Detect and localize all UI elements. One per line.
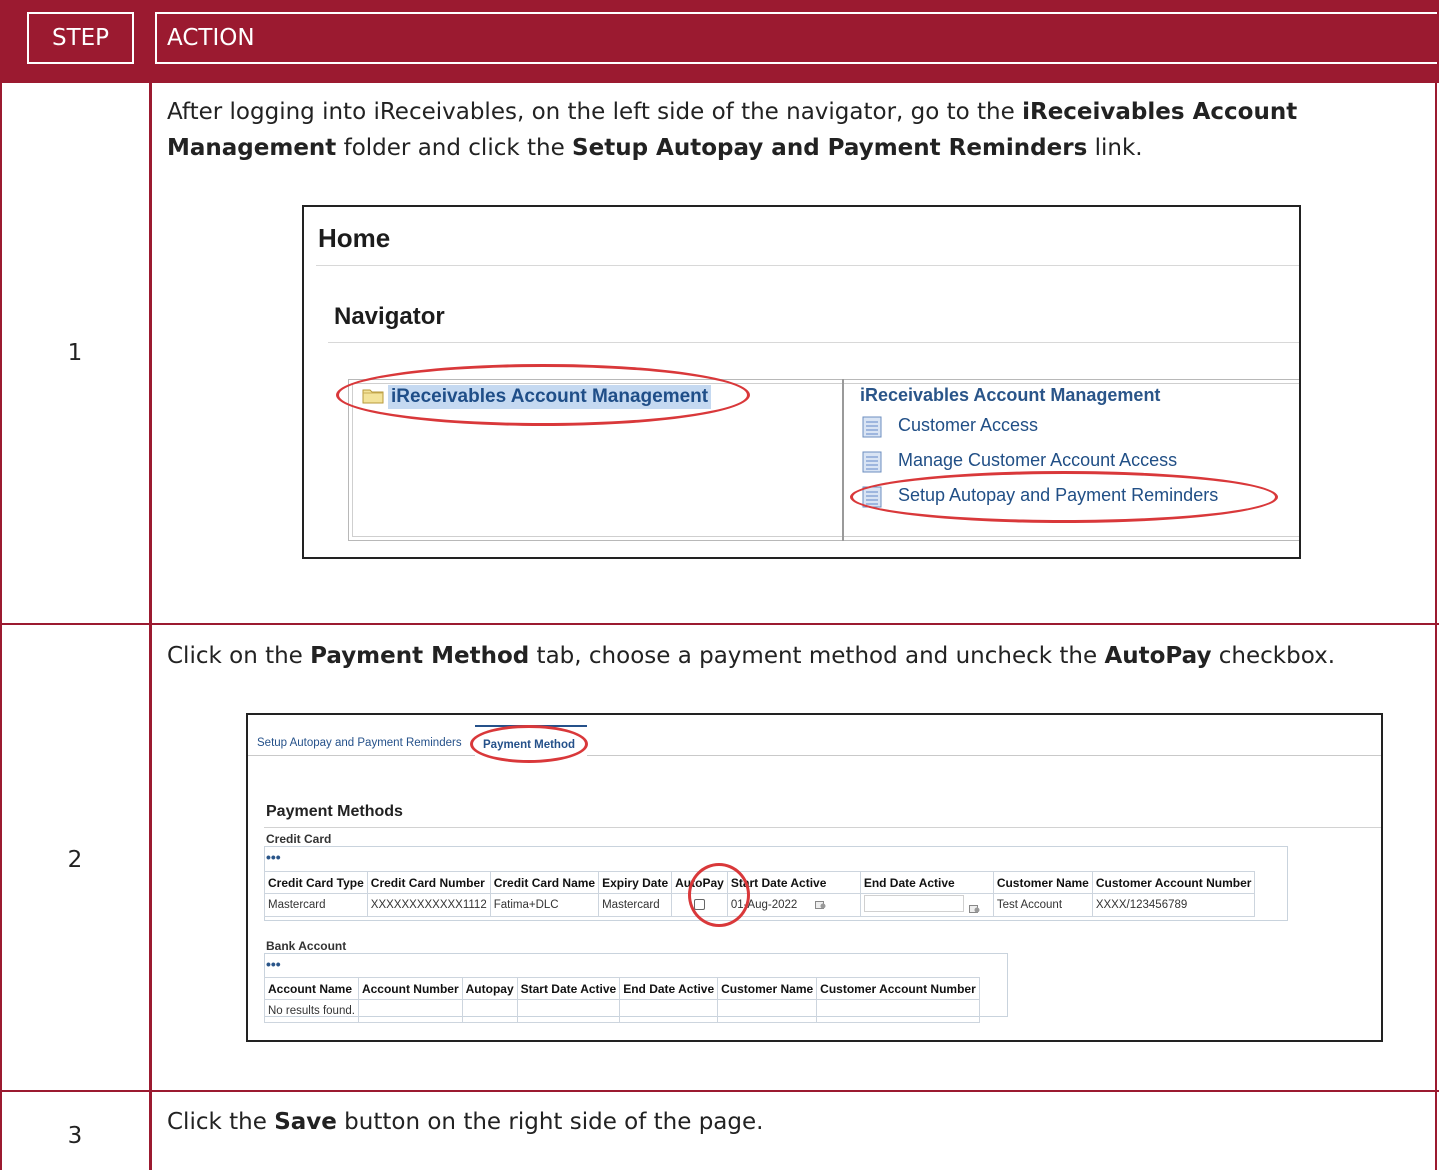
row-divider-2 [0, 1090, 1439, 1092]
table-row[interactable]: Mastercard XXXXXXXXXXXX1112 Fatima+DLC M… [264, 893, 1256, 917]
column-header: Autopay [461, 977, 518, 1000]
highlight-circle [850, 471, 1278, 523]
instruction-text: Click the [167, 1109, 275, 1135]
section-rule [328, 342, 1299, 343]
instruction-bold: Save [274, 1109, 337, 1135]
table-header-row: Account Name Account Number Autopay Star… [264, 977, 980, 1000]
column-header: End Date Active [859, 871, 994, 894]
table-border-right [1435, 83, 1437, 1170]
cell-customer-account: XXXX/123456789 [1091, 893, 1256, 917]
column-header: Account Name [264, 977, 359, 1000]
section-title: Payment Methods [266, 803, 403, 820]
step-number: 1 [67, 340, 83, 366]
instruction-text: tab, choose a payment method and uncheck… [529, 643, 1105, 669]
section-rule [264, 827, 1381, 828]
row-divider-1 [0, 623, 1439, 625]
empty-cell [816, 999, 980, 1023]
empty-cell [357, 999, 463, 1023]
column-header: Customer Account Number [816, 977, 980, 1000]
step-instruction: Click on the Payment Method tab, choose … [167, 638, 1432, 674]
table-header: STEP ACTION [0, 0, 1439, 83]
column-header: Credit Card Type [264, 871, 368, 894]
bank-account-title: Bank Account [266, 939, 347, 953]
cell-end-date [859, 893, 994, 917]
calendar-icon[interactable] [814, 900, 826, 910]
column-header: Customer Account Number [1091, 871, 1256, 894]
empty-message: No results found. [264, 999, 359, 1023]
calendar-icon[interactable] [969, 904, 980, 914]
column-header: Credit Card Number [366, 871, 491, 894]
more-actions-icon[interactable]: ••• [266, 956, 281, 972]
cell-card-number: XXXXXXXXXXXX1112 [366, 893, 491, 917]
instruction-bold: Payment Method [310, 643, 530, 669]
empty-cell [619, 999, 719, 1023]
document-icon [862, 416, 882, 438]
step-number: 3 [67, 1123, 83, 1149]
instruction-text: checkbox. [1211, 643, 1336, 669]
payment-method-screenshot: Setup Autopay and Payment Reminders Paym… [246, 713, 1383, 1042]
instruction-text: After logging into iReceivables, on the … [167, 99, 1023, 125]
column-header: Expiry Date [598, 871, 673, 894]
instruction-bold: Setup Autopay and Payment Reminders [572, 135, 1088, 161]
tab-setup-autopay[interactable]: Setup Autopay and Payment Reminders [257, 737, 462, 749]
column-header: Credit Card Name [489, 871, 600, 894]
highlight-circle [688, 863, 750, 927]
cell-card-name: Fatima+DLC [489, 893, 600, 917]
credit-card-title: Credit Card [266, 832, 332, 846]
instruction-bold: AutoPay [1104, 643, 1212, 669]
column-header: Start Date Active [516, 977, 621, 1000]
page-title: Home [318, 223, 391, 253]
cell-customer-name: Test Account [992, 893, 1093, 917]
table-row: No results found. [264, 999, 980, 1023]
section-title: Navigator [334, 303, 445, 330]
panel-divider [842, 379, 844, 541]
column-header: Customer Name [992, 871, 1093, 894]
menu-item-label: Manage Customer Account Access [898, 450, 1178, 470]
empty-cell [717, 999, 818, 1023]
highlight-circle [470, 725, 588, 763]
title-rule [316, 265, 1299, 266]
bank-account-table: Account Name Account Number Autopay Star… [264, 977, 980, 1023]
empty-cell [516, 999, 621, 1023]
step-instruction: Click the Save button on the right side … [167, 1104, 1397, 1140]
step-instruction: After logging into iReceivables, on the … [167, 94, 1397, 166]
more-actions-icon[interactable]: ••• [266, 849, 281, 865]
instruction-text: link. [1087, 135, 1143, 161]
cell-expiry: Mastercard [598, 893, 673, 917]
end-date-input[interactable] [863, 895, 964, 912]
instructions-table: STEP ACTION 1 After logging into iReceiv… [0, 0, 1439, 1170]
table-header-row: Credit Card Type Credit Card Number Cred… [264, 871, 1256, 894]
document-icon [862, 451, 882, 473]
column-header: Account Number [357, 977, 463, 1000]
navigator-screenshot: Home Navigator iReceivables Account Mana… [302, 205, 1301, 559]
credit-card-table: Credit Card Type Credit Card Number Cred… [264, 871, 1256, 917]
step-column-header: STEP [27, 12, 134, 64]
column-header: End Date Active [619, 977, 719, 1000]
instruction-text: Click on the [167, 643, 311, 669]
instruction-text: button on the right side of the page. [336, 1109, 764, 1135]
highlight-circle [336, 364, 750, 426]
column-divider [149, 0, 152, 1170]
step-number: 2 [67, 847, 83, 873]
instruction-text: folder and click the [336, 135, 573, 161]
cell-card-type: Mastercard [264, 893, 368, 917]
empty-cell [461, 999, 518, 1023]
tab-bar-rule [248, 755, 1381, 756]
table-border-left [0, 83, 2, 1170]
column-header: Customer Name [717, 977, 818, 1000]
menu-item-label: Customer Access [898, 415, 1039, 435]
action-column-header: ACTION [155, 12, 1437, 64]
menu-title: iReceivables Account Management [860, 385, 1161, 405]
